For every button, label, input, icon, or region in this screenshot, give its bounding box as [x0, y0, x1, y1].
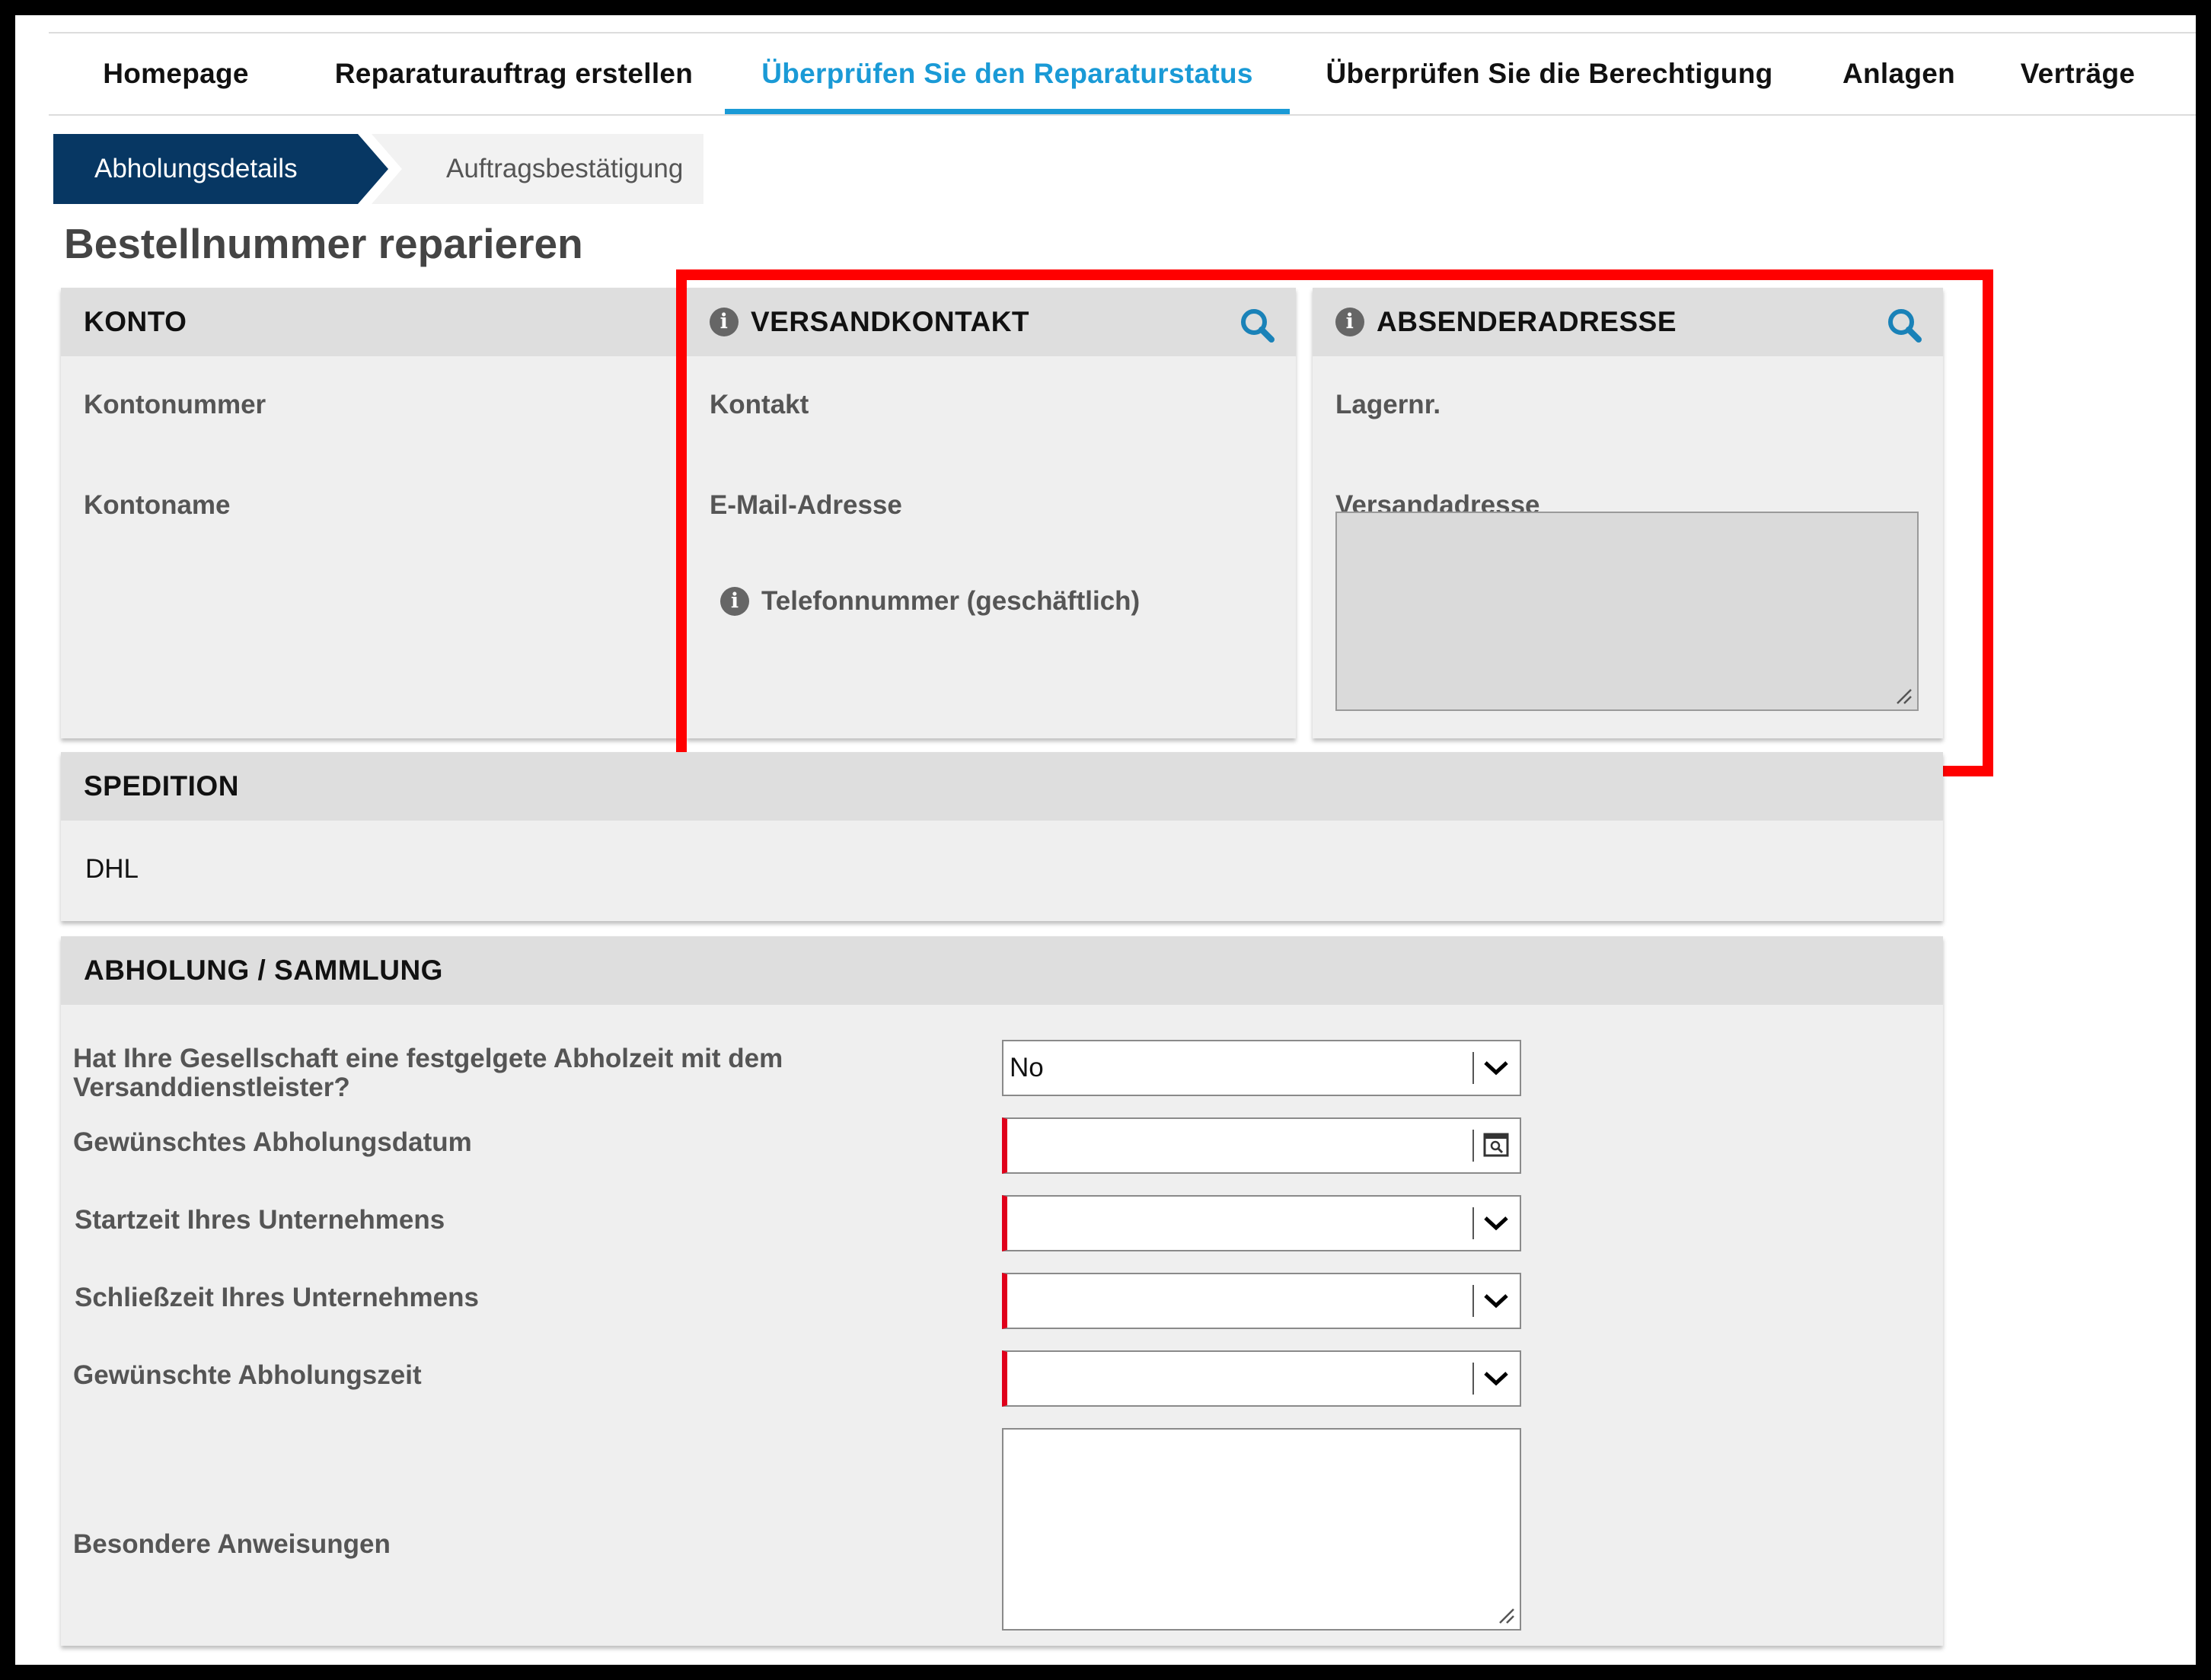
divider [1472, 1285, 1474, 1317]
carrier-panel-title: SPEDITION [84, 770, 239, 802]
warehouse-number-label: Lagernr. [1335, 390, 1441, 419]
business-start-time-select[interactable] [1002, 1195, 1521, 1251]
chevron-down-icon[interactable] [1480, 1285, 1512, 1317]
info-icon: i [720, 587, 749, 616]
account-name-label: Kontoname [84, 490, 231, 520]
account-number-label: Kontonummer [84, 390, 266, 419]
shipping-address-textarea[interactable] [1335, 512, 1919, 711]
divider [1472, 1207, 1474, 1239]
carrier-panel-header: SPEDITION [61, 752, 1943, 821]
phone-label-row: i Telefonnummer (geschäftlich) [720, 586, 1140, 617]
pickup-date-label: Gewünschtes Abholungsdatum [73, 1127, 472, 1157]
pickup-date-input[interactable] [1002, 1117, 1521, 1174]
nav-check-repair-status[interactable]: Überprüfen Sie den Reparaturstatus [725, 33, 1290, 114]
special-instructions-textarea[interactable] [1002, 1428, 1521, 1631]
search-icon[interactable] [1238, 306, 1276, 344]
shipping-contact-title: VERSANDKONTAKT [751, 306, 1030, 337]
app-window: Homepage Reparaturauftrag erstellen Über… [15, 15, 2196, 1665]
pickup-time-label: Gewünschte Abholungszeit [73, 1360, 422, 1390]
info-icon: i [710, 308, 739, 336]
chevron-down-icon[interactable] [1480, 1052, 1512, 1084]
shipping-contact-header: i VERSANDKONTAKT [687, 288, 1296, 356]
step-order-confirmation: Auftragsbestätigung [372, 134, 704, 204]
account-panel: KONTO Kontonummer Kontoname [61, 288, 678, 738]
carrier-panel: SPEDITION DHL [61, 752, 1943, 921]
carrier-value: DHL [85, 854, 139, 884]
account-panel-title: KONTO [84, 306, 187, 337]
sender-address-panel: i ABSENDERADRESSE Lagernr. Versandadress… [1313, 288, 1943, 738]
shipping-contact-panel: i VERSANDKONTAKT Kontakt E-Mail-Adresse … [687, 288, 1296, 738]
fixed-pickup-time-select[interactable]: No [1002, 1040, 1521, 1096]
divider [1472, 1363, 1474, 1395]
account-panel-header: KONTO [61, 288, 678, 356]
info-icon: i [1335, 308, 1364, 336]
business-close-time-label: Schließzeit Ihres Unternehmens [75, 1283, 479, 1312]
resize-handle-icon[interactable] [1894, 687, 1913, 705]
step-pickup-details: Abholungsdetails [53, 134, 388, 204]
chevron-down-icon[interactable] [1480, 1363, 1512, 1395]
contact-label: Kontakt [710, 390, 809, 419]
search-icon[interactable] [1885, 306, 1923, 344]
business-start-time-label: Startzeit Ihres Unternehmens [75, 1205, 445, 1235]
pickup-panel-header: ABHOLUNG / SAMMLUNG [61, 936, 1943, 1005]
business-close-time-select[interactable] [1002, 1273, 1521, 1329]
divider [1472, 1130, 1474, 1162]
pickup-panel-title: ABHOLUNG / SAMMLUNG [84, 955, 443, 986]
special-instructions-label: Besondere Anweisungen [73, 1529, 391, 1559]
nav-create-repair-order[interactable]: Reparaturauftrag erstellen [303, 33, 725, 114]
divider [1472, 1052, 1474, 1084]
main-nav: Homepage Reparaturauftrag erstellen Über… [49, 32, 2196, 116]
chevron-down-icon[interactable] [1480, 1207, 1512, 1239]
nav-check-eligibility[interactable]: Überprüfen Sie die Berechtigung [1290, 33, 1809, 114]
sender-address-header: i ABSENDERADRESSE [1313, 288, 1943, 356]
nav-homepage[interactable]: Homepage [49, 33, 303, 114]
fixed-pickup-time-label: Hat Ihre Gesellschaft eine festgelgete A… [73, 1044, 783, 1102]
nav-assets[interactable]: Anlagen [1809, 33, 1989, 114]
resize-handle-icon[interactable] [1497, 1606, 1515, 1624]
fixed-pickup-time-value: No [1010, 1053, 1044, 1082]
pickup-time-select[interactable] [1002, 1350, 1521, 1407]
calendar-search-icon[interactable] [1480, 1130, 1512, 1162]
phone-label: Telefonnummer (geschäftlich) [761, 586, 1141, 616]
page-title: Bestellnummer reparieren [64, 220, 583, 267]
nav-contracts[interactable]: Verträge [1989, 33, 2167, 114]
sender-address-title: ABSENDERADRESSE [1377, 306, 1677, 337]
email-label: E-Mail-Adresse [710, 490, 902, 520]
